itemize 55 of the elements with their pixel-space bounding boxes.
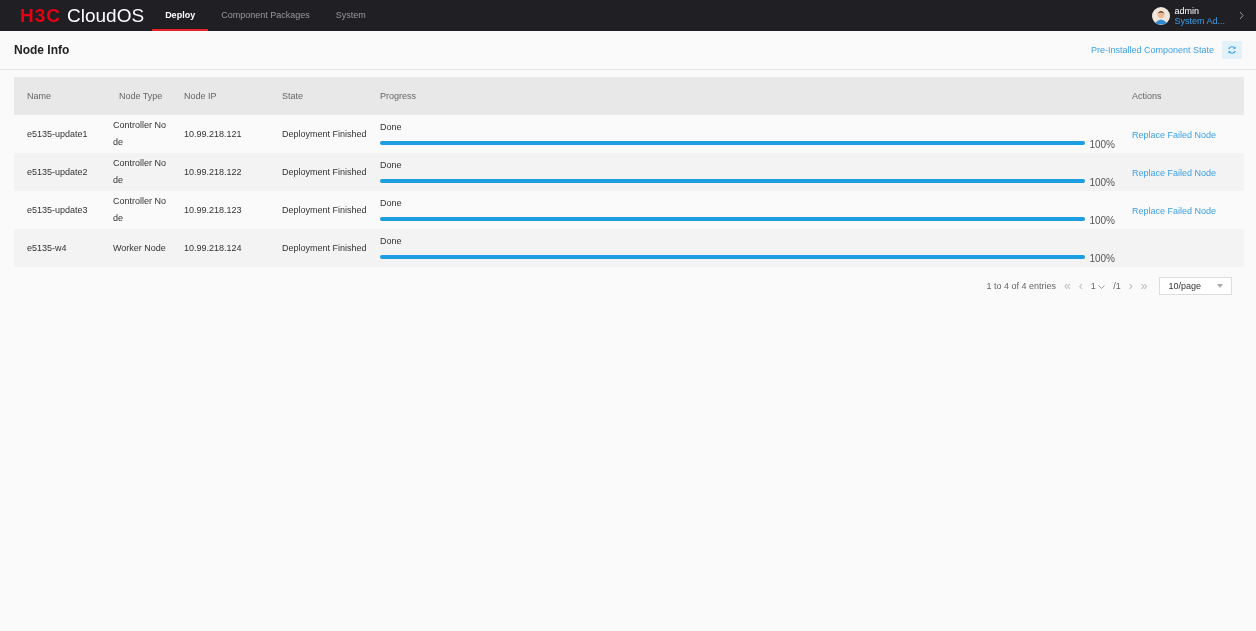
page-size-select[interactable]: 10/page <box>1159 277 1232 295</box>
progress-label: Done <box>380 236 403 246</box>
avatar-icon[interactable] <box>1152 6 1171 25</box>
column-header: Node Type <box>118 91 164 101</box>
progress-percent: 100% <box>1089 254 1115 264</box>
chevron-right-icon[interactable] <box>1239 11 1244 20</box>
replace-node-link[interactable]: Replace Failed Node <box>1119 168 1217 178</box>
state-cell-text: Deployment Finished <box>282 243 368 253</box>
progress-label: Done <box>380 198 403 208</box>
node-type-cell-text: Controller Node <box>113 119 168 149</box>
column-header: Name <box>26 91 52 101</box>
column-header: Node IP <box>184 91 218 101</box>
state-cell-text: Deployment Finished <box>282 205 368 215</box>
caret-icon <box>1217 284 1223 288</box>
first-page-button[interactable]: « <box>1064 279 1071 293</box>
logo-mark: H3C <box>20 4 61 27</box>
column-header: Progress <box>380 91 417 101</box>
logo-text: CloudOS <box>67 4 145 27</box>
state-cell-text: Deployment Finished <box>282 167 368 177</box>
name-cell-text: e5135-w4 <box>26 243 68 253</box>
refresh-icon <box>1227 45 1237 55</box>
name-cell-text: e5135-update2 <box>26 167 89 177</box>
ip-cell-text: 10.99.218.121 <box>184 129 243 139</box>
page-select[interactable]: 1 <box>1090 281 1106 291</box>
column-header: Actions <box>1131 91 1163 101</box>
chevron-down-icon <box>1098 285 1106 289</box>
last-page-button[interactable]: » <box>1140 279 1148 293</box>
nav-tab[interactable]: System <box>322 0 379 31</box>
user-name: admin <box>1174 5 1200 16</box>
progress-percent: 100% <box>1089 140 1115 150</box>
ip-cell-text: 10.99.218.123 <box>184 205 243 215</box>
ip-cell-text: 10.99.218.124 <box>184 243 243 253</box>
replace-node-link[interactable]: Replace Failed Node <box>1119 206 1217 216</box>
column-header: State <box>282 91 304 101</box>
nav-tab[interactable]: Deploy <box>152 0 209 31</box>
progress-label: Done <box>380 160 403 170</box>
replace-node-link[interactable]: Replace Failed Node <box>1119 130 1217 140</box>
state-cell-text: Deployment Finished <box>282 129 368 139</box>
progress-label: Done <box>380 122 403 132</box>
ip-cell-text: 10.99.218.122 <box>184 167 243 177</box>
node-type-cell-text: Controller Node <box>113 157 168 187</box>
node-type-cell-text: Worker Node <box>113 241 167 255</box>
entries-summary: 1 to 4 of 4 entries <box>986 281 1057 291</box>
progress-percent: 100% <box>1089 178 1115 188</box>
previous-page-button[interactable]: ‹ <box>1078 279 1083 293</box>
user-role: System Ad... <box>1174 15 1225 26</box>
next-page-button[interactable]: › <box>1128 279 1133 293</box>
name-cell-text: e5135-update3 <box>26 205 89 215</box>
page-total: /1 <box>1113 281 1121 291</box>
name-cell-text: e5135-update1 <box>26 129 89 139</box>
node-type-cell-text: Controller Node <box>113 195 168 225</box>
component-state-link[interactable]: Pre-Installed Component State <box>1090 45 1214 55</box>
nav-tab[interactable]: Component Packages <box>208 0 323 31</box>
page-title: Node Info <box>14 43 70 57</box>
progress-percent: 100% <box>1089 216 1115 226</box>
